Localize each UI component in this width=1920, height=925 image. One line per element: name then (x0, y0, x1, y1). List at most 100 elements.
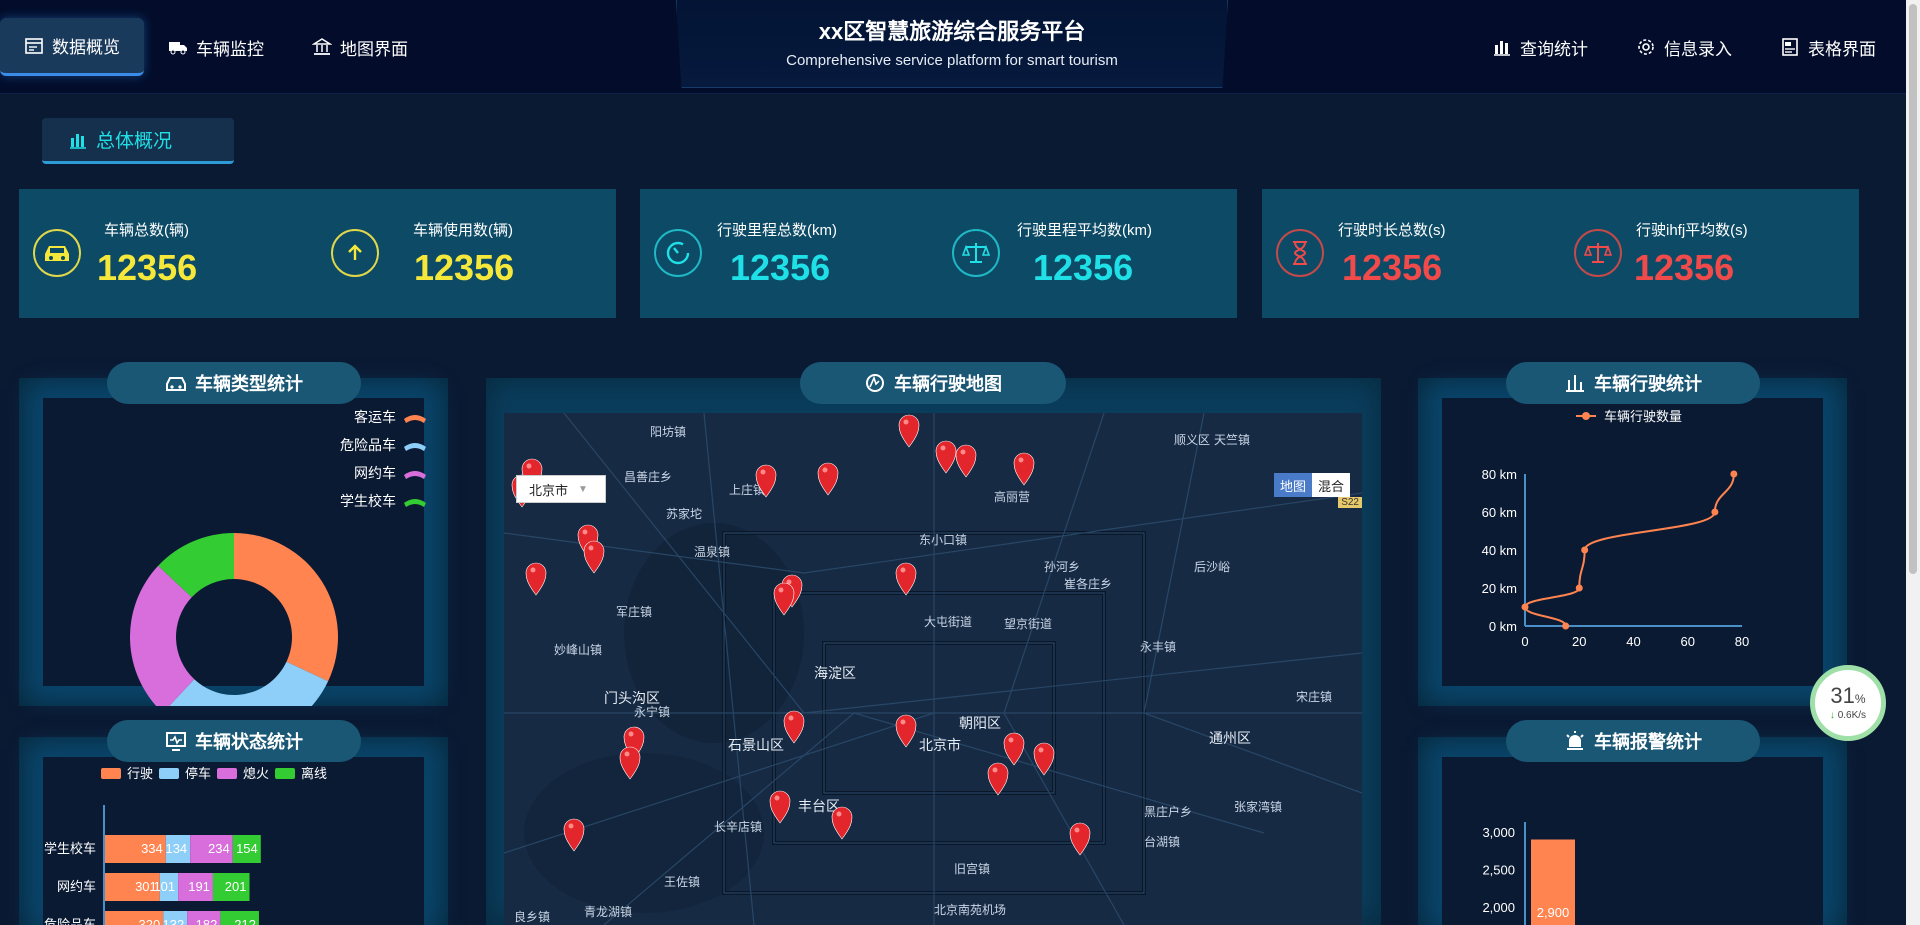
map-pin-shape (619, 746, 641, 780)
x-tick-label: 0 (1521, 634, 1528, 649)
gauge-speed: ↓ 0.6K/s (1829, 710, 1867, 721)
map-pin-shape (895, 714, 917, 748)
vehicle-map[interactable]: 阳坊镇 昌善庄乡 上庄镇 苏家坨 温泉镇 高丽营 东小口镇 孙河乡 崔各庄乡 天… (504, 413, 1362, 925)
data-point (1711, 508, 1719, 516)
map-pin-highlight (568, 823, 574, 829)
kpi-value: 12356 (1342, 247, 1443, 288)
city-select[interactable]: 北京市 ▼ (516, 475, 606, 503)
data-label: 191 (188, 879, 210, 894)
y-tick-label: 60 km (1482, 505, 1517, 520)
kpi-label: 车辆使用数(辆) (413, 222, 513, 239)
y-tick-label: 40 km (1482, 543, 1517, 558)
map-pin-shape (955, 444, 977, 478)
data-point (1581, 546, 1589, 554)
map-pin-shape (898, 414, 920, 448)
nav-info-entry[interactable]: 信息录入 (1612, 18, 1756, 76)
car-icon (166, 377, 186, 391)
map-pin-shape (987, 762, 1009, 796)
map-pin-shape (783, 710, 805, 744)
map-pin-highlight (960, 449, 966, 455)
vehicle-status-stacked-bar-chart: 行驶 停车 熄火 离线学生校车 334 134 234 154网约车 301101 191 201危… (44, 766, 327, 925)
scrollbar-thumb[interactable] (1909, 4, 1917, 574)
legend-label: 行驶 (127, 766, 153, 781)
panel-title-text: 车辆行驶统计 (1594, 374, 1702, 394)
nav-map-view[interactable]: 地图界面 (288, 18, 432, 76)
pie-slice (234, 533, 338, 682)
x-tick-label: 80 (1735, 634, 1749, 649)
kpi-label: 行驶里程平均数(km) (1017, 222, 1152, 239)
panel-title-vehicle-drive: 车辆行驶统计 (1506, 362, 1760, 404)
data-label: 132 (163, 917, 185, 925)
upload-icon (331, 229, 379, 277)
map-pin-icon (895, 562, 917, 596)
map-pin-icon (987, 762, 1009, 796)
kpi-label: 行驶ihfj平均数(s) (1636, 222, 1748, 239)
map-pin-icon (1033, 742, 1055, 776)
section-tab-overview[interactable]: 总体概况 (42, 118, 234, 164)
y-tick-label: 2,500 (1482, 863, 1515, 878)
top-header: 数据概览 车辆监控 地图界面 xx区智慧旅游综合服务平台 Comprehensi… (0, 0, 1906, 94)
map-pin-highlight (1018, 457, 1024, 463)
map-pin-icon (783, 710, 805, 744)
kpi-value: 12356 (414, 247, 515, 288)
map-pin-shape (1013, 452, 1035, 486)
nav-vehicle-monitor[interactable]: 车辆监控 (144, 18, 288, 76)
legend-swatch (404, 499, 426, 507)
y-tick-label: 20 km (1482, 581, 1517, 596)
map-pin-icon (935, 440, 957, 474)
map-pin-icon (1013, 452, 1035, 486)
map-pin-icon (898, 414, 920, 448)
map-toggle-hybrid[interactable]: 混合 (1311, 473, 1350, 497)
map-pin-shape (769, 790, 791, 824)
panel-title-text: 车辆类型统计 (195, 374, 303, 394)
map-pin-icon (773, 582, 795, 616)
timer-icon (654, 229, 702, 277)
vehicle-type-donut-chart: 客运车危险品车网约车学生校车 (130, 409, 426, 706)
page-scrollbar[interactable] (1906, 0, 1920, 925)
scale-icon (1574, 229, 1622, 277)
y-tick-label: 危险品车 (44, 917, 96, 925)
chevron-down-icon: ▼ (578, 483, 588, 495)
map-pin-highlight (760, 469, 766, 475)
map-pin-icon (817, 462, 839, 496)
data-label: 234 (208, 841, 230, 856)
map-pin-highlight (526, 463, 532, 469)
kpi-total-mileage: 行驶里程总数(km) 12356 (640, 189, 938, 318)
data-label: 201 (225, 879, 247, 894)
map-pin-highlight (900, 719, 906, 725)
nav-table-view[interactable]: 表格界面 (1756, 18, 1900, 76)
legend-label: 离线 (301, 766, 327, 781)
left-nav: 数据概览 车辆监控 地图界面 (0, 18, 432, 76)
legend-swatch (217, 768, 237, 779)
scale-icon (952, 229, 1000, 277)
kpi-label: 车辆总数(辆) (104, 222, 189, 239)
map-toggle-map[interactable]: 地图 (1273, 473, 1312, 497)
map-pin-highlight (530, 567, 536, 573)
map-pin-shape (773, 582, 795, 616)
nav-data-overview[interactable]: 数据概览 (0, 18, 144, 76)
kpi-label: 行驶时长总数(s) (1338, 222, 1446, 239)
nav-query-stats[interactable]: 查询统计 (1468, 18, 1612, 76)
map-pin-highlight (778, 587, 784, 593)
map-pin-shape (583, 540, 605, 574)
kpi-total-duration: 行驶时长总数(s) 12356 (1262, 189, 1560, 318)
data-point (1521, 603, 1529, 611)
kpi-card-duration: 行驶时长总数(s) 12356 行驶ihfj平均数(s) 12356 (1262, 189, 1859, 318)
legend-swatch (159, 768, 179, 779)
series-line (1523, 473, 1735, 627)
map-pin-highlight (588, 545, 594, 551)
bank-icon (312, 38, 332, 55)
page-title: xx区智慧旅游综合服务平台 (818, 19, 1086, 44)
title-box: xx区智慧旅游综合服务平台 Comprehensive service plat… (676, 0, 1228, 88)
network-speed-gauge[interactable]: 31% ↓ 0.6K/s (1810, 665, 1886, 741)
legend-label: 车辆行驶数量 (1604, 409, 1682, 424)
map-pin-highlight (940, 445, 946, 451)
map-pin-icon (583, 540, 605, 574)
nav-label: 信息录入 (1664, 39, 1732, 59)
data-label: 334 (141, 841, 163, 856)
map-pin-shape (831, 806, 853, 840)
map-pin-highlight (1074, 827, 1080, 833)
panel-vehicle-drive: 0 20 40 60 80 0 km 20 km 40 km 60 km 80 km 车辆行驶数量 (1418, 378, 1847, 706)
panel-vehicle-alarm: 1,5002,0002,5003,0002,900 (1418, 737, 1847, 925)
page-subtitle: Comprehensive service platform for smart… (786, 52, 1118, 69)
